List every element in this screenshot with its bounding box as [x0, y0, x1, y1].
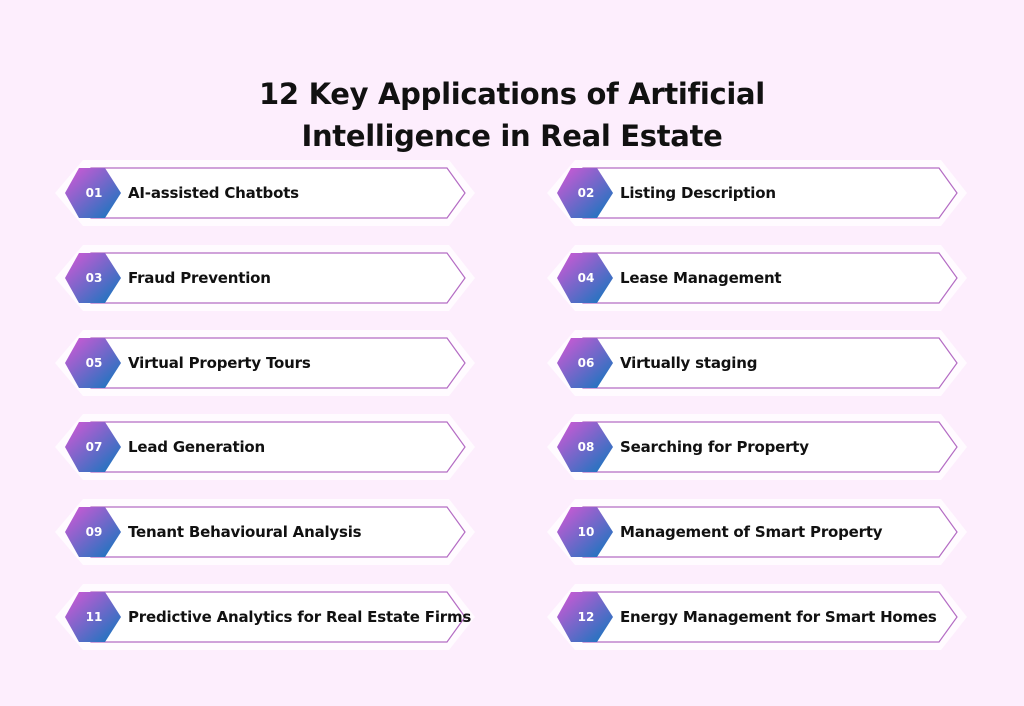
application-item-04: 04 Lease Management	[547, 245, 967, 311]
item-number: 03	[85, 271, 103, 285]
item-number: 01	[85, 186, 103, 200]
title-line-1: 12 Key Applications of Artificial	[259, 77, 765, 112]
item-number: 04	[577, 271, 595, 285]
item-label: Tenant Behavioural Analysis	[128, 523, 362, 541]
application-item-10: 10 Management of Smart Property	[547, 499, 967, 565]
application-item-03: 03 Fraud Prevention	[55, 245, 475, 311]
item-label: Virtual Property Tours	[128, 354, 311, 372]
application-item-12: 12 Energy Management for Smart Homes	[547, 584, 967, 650]
item-label: AI-assisted Chatbots	[128, 184, 299, 202]
item-label: Lead Generation	[128, 438, 265, 456]
application-item-02: 02 Listing Description	[547, 160, 967, 226]
item-number: 07	[85, 440, 103, 454]
application-item-01: 01 AI-assisted Chatbots	[55, 160, 475, 226]
page-title: 12 Key Applications of Artificial Intell…	[0, 73, 1024, 157]
item-label: Management of Smart Property	[620, 523, 883, 541]
application-item-11: 11 Predictive Analytics for Real Estate …	[55, 584, 475, 650]
item-number: 06	[577, 356, 595, 370]
item-label: Energy Management for Smart Homes	[620, 608, 937, 626]
item-number: 10	[577, 525, 595, 539]
item-number: 08	[577, 440, 595, 454]
item-number: 11	[85, 610, 103, 624]
item-number: 02	[577, 186, 595, 200]
item-label: Predictive Analytics for Real Estate Fir…	[128, 608, 472, 626]
item-label: Virtually staging	[620, 354, 758, 372]
item-number: 12	[577, 610, 595, 624]
application-item-06: 06 Virtually staging	[547, 330, 967, 396]
item-label: Fraud Prevention	[128, 269, 271, 287]
item-number: 09	[85, 525, 103, 539]
item-number: 05	[85, 356, 103, 370]
item-label: Lease Management	[620, 269, 782, 287]
application-item-05: 05 Virtual Property Tours	[55, 330, 475, 396]
title-line-2: Intelligence in Real Estate	[301, 119, 723, 154]
item-label: Searching for Property	[620, 438, 809, 456]
application-item-08: 08 Searching for Property	[547, 414, 967, 480]
application-item-09: 09 Tenant Behavioural Analysis	[55, 499, 475, 565]
item-label: Listing Description	[620, 184, 776, 202]
application-item-07: 07 Lead Generation	[55, 414, 475, 480]
